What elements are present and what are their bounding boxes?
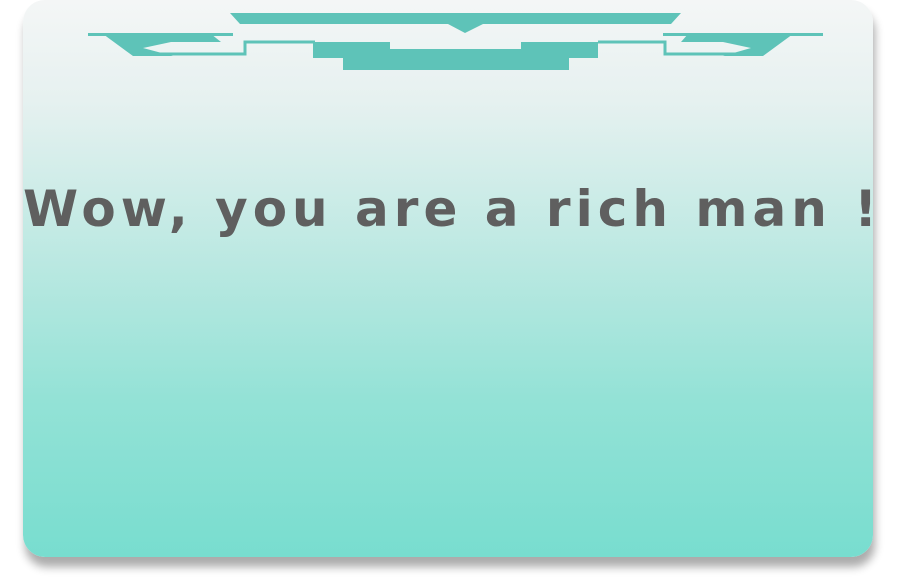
header-ornament	[88, 13, 823, 70]
ornament-right-step	[598, 40, 743, 56]
dialog-message: Wow, you are a rich man !	[23, 180, 873, 238]
ornament-left-step	[153, 40, 315, 56]
ornament-top-bar	[230, 13, 681, 33]
message-dialog: Wow, you are a rich man !	[23, 0, 873, 557]
ornament-center-block	[313, 42, 598, 70]
